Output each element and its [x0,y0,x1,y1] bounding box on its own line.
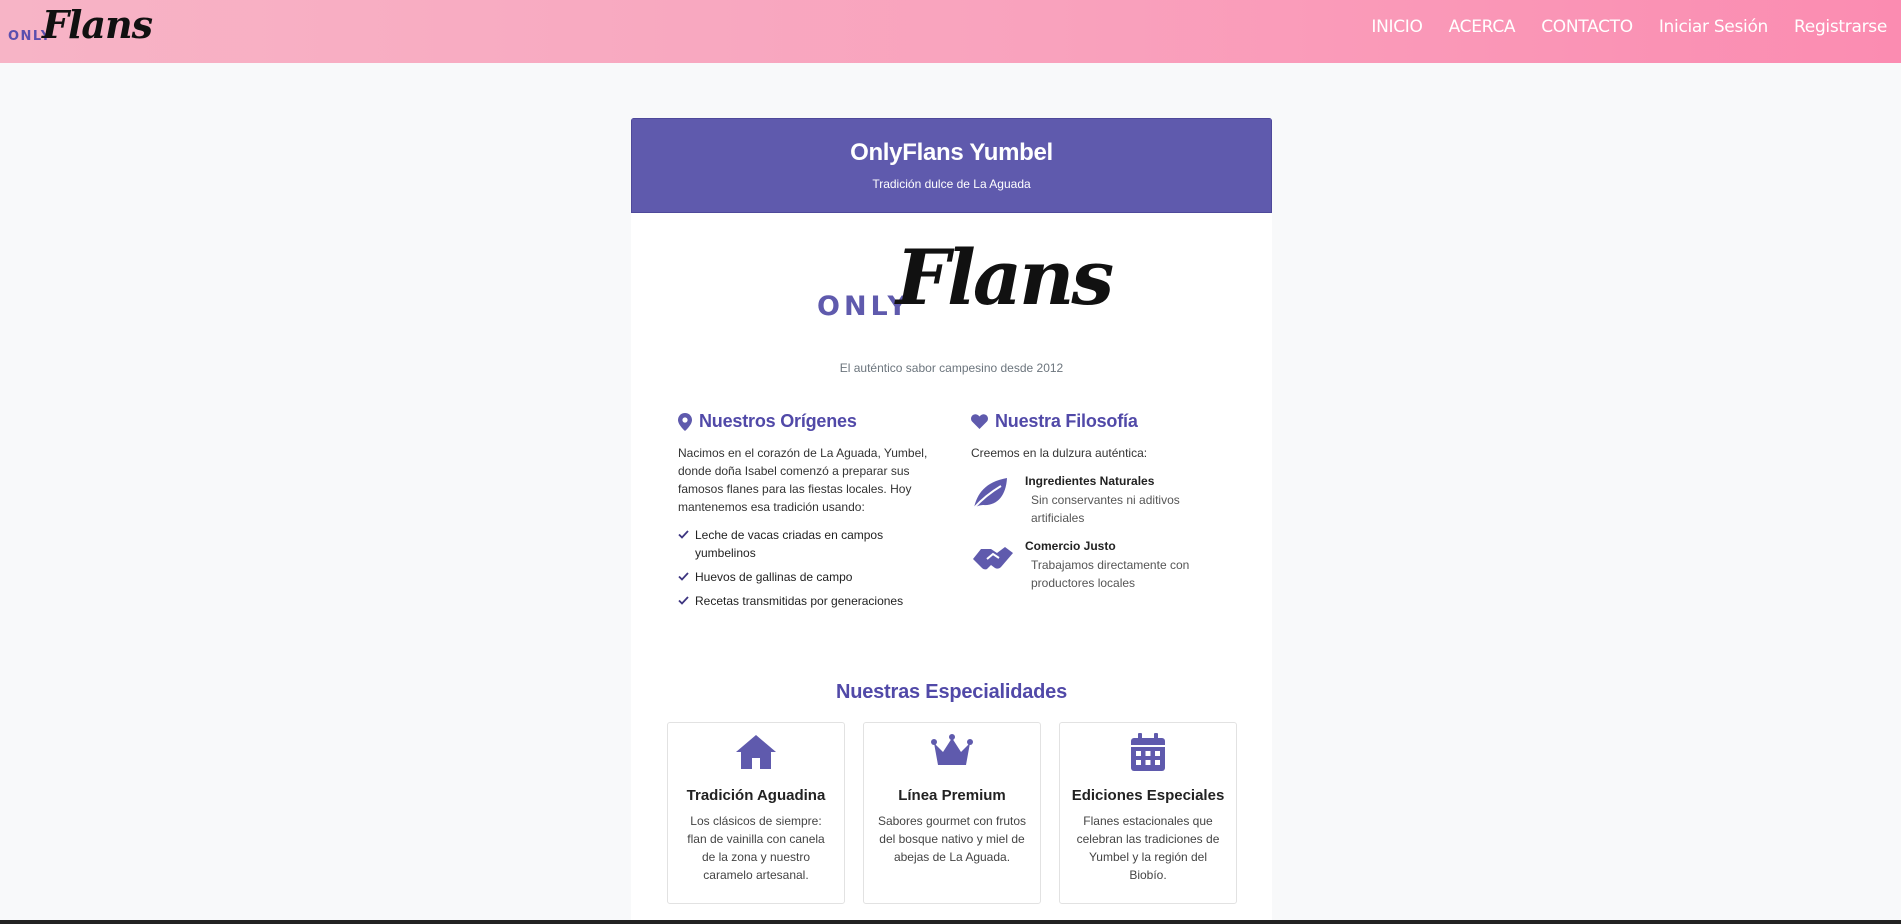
list-item-text: Huevos de gallinas de campo [695,570,853,584]
info-columns: Nuestros Orígenes Nacimos en el corazón … [631,411,1272,661]
calendar-icon [1131,733,1165,771]
nav-iniciar-sesion[interactable]: Iniciar Sesión [1659,17,1769,37]
specialty-name: Línea Premium [898,787,1006,804]
specialty-card-premium[interactable]: Línea Premium Sabores gourmet con frutos… [863,722,1041,904]
check-icon [678,530,689,539]
nav-links: INICIO ACERCA CONTACTO Iniciar Sesión Re… [1345,17,1887,37]
crown-icon [931,734,973,765]
nav-contacto[interactable]: CONTACTO [1541,17,1633,37]
specialty-desc: Sabores gourmet con frutos del bosque na… [877,814,1027,864]
list-item: Huevos de gallinas de campo [678,568,933,586]
logo-flans-text: Flans [896,233,1114,322]
nav-inicio[interactable]: INICIO [1371,17,1423,37]
feature-natural: Ingredientes Naturales Sin conservantes … [971,474,1221,527]
origins-section: Nuestros Orígenes Nacimos en el corazón … [678,411,933,616]
philosophy-intro: Creemos en la dulzura auténtica: [971,446,1148,460]
nav-registrarse[interactable]: Registrarse [1794,17,1887,37]
brand-flans-text: Flans [42,2,153,47]
bottom-edge [0,920,1901,924]
map-marker-icon [678,412,692,431]
list-item-text: Leche de vacas criadas en campos yumbeli… [695,528,884,560]
leaf-icon [973,478,1007,509]
specialty-card-tradicion[interactable]: Tradición Aguadina Los clásicos de siemp… [667,722,845,904]
specialty-name: Tradición Aguadina [686,787,826,804]
tagline: El auténtico sabor campesino desde 2012 [839,361,1064,375]
feature-title: Ingredientes Naturales [1025,474,1155,488]
handshake-icon [973,547,1013,570]
philosophy-title: Nuestra Filosofía [995,411,1138,431]
origins-title: Nuestros Orígenes [699,411,857,431]
specialties-row: Tradición Aguadina Los clásicos de siemp… [631,722,1272,912]
nav-acerca[interactable]: ACERCA [1449,17,1516,37]
origins-heading: Nuestros Orígenes [678,411,933,432]
specialty-desc: Los clásicos de siempre: flan de vainill… [687,814,825,882]
about-card: OnlyFlans Yumbel Tradición dulce de La A… [631,118,1272,924]
house-icon [736,735,776,769]
origins-list: Leche de vacas criadas en campos yumbeli… [678,526,933,610]
feature-desc: Trabajamos directamente con productores … [1031,558,1190,590]
feature-title: Comercio Justo [1025,539,1116,553]
page-title: OnlyFlans Yumbel [850,139,1053,166]
page-subtitle: Tradición dulce de La Aguada [872,177,1031,191]
specialty-desc: Flanes estacionales que celebran las tra… [1076,814,1220,882]
list-item: Recetas transmitidas por generaciones [678,592,933,610]
feature-desc: Sin conservantes ni aditivos artificiale… [1031,493,1180,525]
origins-text: Nacimos en el corazón de La Aguada, Yumb… [678,446,928,514]
specialty-name: Ediciones Especiales [1071,787,1225,804]
card-header: OnlyFlans Yumbel Tradición dulce de La A… [631,118,1272,213]
list-item-text: Recetas transmitidas por generaciones [695,594,904,608]
brand-logo[interactable]: ONLY Flans [8,2,153,56]
check-icon [678,572,689,581]
philosophy-section: Nuestra Filosofía Creemos en la dulzura … [971,411,1221,592]
list-item: Leche de vacas criadas en campos yumbeli… [678,526,933,562]
specialty-card-ediciones[interactable]: Ediciones Especiales Flanes estacionales… [1059,722,1237,904]
philosophy-heading: Nuestra Filosofía [971,411,1221,432]
navbar: ONLY Flans INICIO ACERCA CONTACTO Inicia… [0,0,1901,63]
onlyflans-logo: ONLY Flans [631,233,1272,361]
heart-icon [971,414,988,429]
check-icon [678,596,689,605]
feature-fair-trade: Comercio Justo Trabajamos directamente c… [971,539,1221,592]
specialties-title: Nuestras Especialidades [835,681,1068,703]
